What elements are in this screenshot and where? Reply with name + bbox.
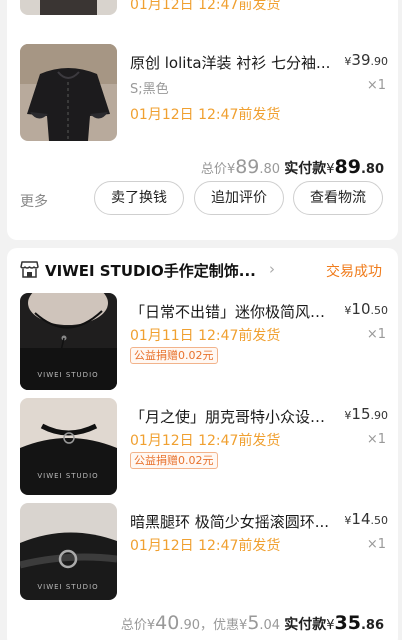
- paid-label: 实付款: [284, 617, 327, 633]
- order-item[interactable]: VIWEI STUDIO 「月之使」朋克哥特小众设计... ¥15.90 ×1 …: [20, 398, 390, 495]
- total-label: 总价: [200, 162, 227, 177]
- item-title[interactable]: 暗黑腿环 极简少女摇滚圆环...: [130, 511, 335, 532]
- order-card-2: VIWEI STUDIO手作定制饰... › 交易成功 VIWEI STUDIO…: [7, 248, 398, 640]
- item-quantity: ×1: [366, 78, 386, 93]
- paid-label: 实付款: [284, 161, 327, 177]
- paid-amount: 35: [334, 612, 361, 634]
- item-quantity: ×1: [366, 327, 386, 342]
- item-title[interactable]: 「月之使」朋克哥特小众设计...: [130, 406, 335, 427]
- charity-badge: 公益捐赠0.02元: [130, 452, 218, 469]
- ship-deadline: 01月12日 12:47前发货: [130, 107, 281, 123]
- shop-header[interactable]: VIWEI STUDIO手作定制饰... › 交易成功: [7, 248, 398, 294]
- item-title[interactable]: 「日常不出错」迷你极简风百...: [130, 301, 335, 322]
- svg-text:VIWEI STUDIO: VIWEI STUDIO: [37, 371, 98, 379]
- svg-text:VIWEI STUDIO: VIWEI STUDIO: [37, 583, 98, 591]
- product-image[interactable]: VIWEI STUDIO: [20, 398, 117, 495]
- order-item[interactable]: VIWEI STUDIO 「日常不出错」迷你极简风百... ¥10.50 ×1 …: [20, 293, 390, 390]
- order-item-partial[interactable]: 01月12日 12:47前发货: [20, 0, 390, 15]
- product-image[interactable]: VIWEI STUDIO: [20, 293, 117, 390]
- order-total: 总价¥40.90，优惠¥5.04 实付款¥35.86: [120, 612, 384, 634]
- product-image[interactable]: [20, 0, 117, 15]
- shop-name[interactable]: VIWEI STUDIO手作定制饰...: [45, 260, 256, 281]
- item-price: ¥10.50: [344, 300, 388, 318]
- ship-deadline: 01月12日 12:47前发货: [130, 0, 281, 13]
- chevron-right-icon: ›: [269, 260, 275, 278]
- item-title[interactable]: 原创 lolita洋装 衬衫 七分袖...: [130, 52, 335, 73]
- discount-amount: 5: [247, 612, 260, 634]
- item-sku: S;黑色: [130, 82, 169, 97]
- order-status: 交易成功: [326, 264, 382, 280]
- item-price: ¥14.50: [344, 510, 388, 528]
- item-quantity: ×1: [366, 432, 386, 447]
- item-price: ¥39.90: [344, 51, 388, 69]
- order-total: 总价¥89.80 实付款¥89.80: [200, 156, 384, 178]
- more-link[interactable]: 更多: [20, 191, 48, 211]
- paid-amount: 89: [334, 156, 361, 178]
- sell-button[interactable]: 卖了换钱: [94, 181, 184, 215]
- order-card-1: 01月12日 12:47前发货 原创 lolita洋装 衬衫 七分袖... ¥3…: [7, 0, 398, 240]
- product-image[interactable]: VIWEI STUDIO: [20, 503, 117, 600]
- svg-text:VIWEI STUDIO: VIWEI STUDIO: [37, 472, 98, 480]
- discount-label: ，优惠: [200, 618, 240, 633]
- ship-deadline: 01月11日 12:47前发货: [130, 328, 281, 344]
- order-item[interactable]: 原创 lolita洋装 衬衫 七分袖... ¥39.90 S;黑色 ×1 01月…: [20, 44, 390, 141]
- ship-deadline: 01月12日 12:47前发货: [130, 538, 281, 554]
- add-review-button[interactable]: 追加评价: [194, 181, 284, 215]
- product-image[interactable]: [20, 44, 117, 141]
- total-label: 总价: [120, 618, 147, 633]
- item-quantity: ×1: [366, 537, 386, 552]
- item-price: ¥15.90: [344, 405, 388, 423]
- charity-badge: 公益捐赠0.02元: [130, 347, 218, 364]
- ship-deadline: 01月12日 12:47前发货: [130, 433, 281, 449]
- view-logistics-button[interactable]: 查看物流: [293, 181, 383, 215]
- shop-icon: [20, 261, 39, 282]
- order-item[interactable]: VIWEI STUDIO 暗黑腿环 极简少女摇滚圆环... ¥14.50 ×1 …: [20, 503, 390, 600]
